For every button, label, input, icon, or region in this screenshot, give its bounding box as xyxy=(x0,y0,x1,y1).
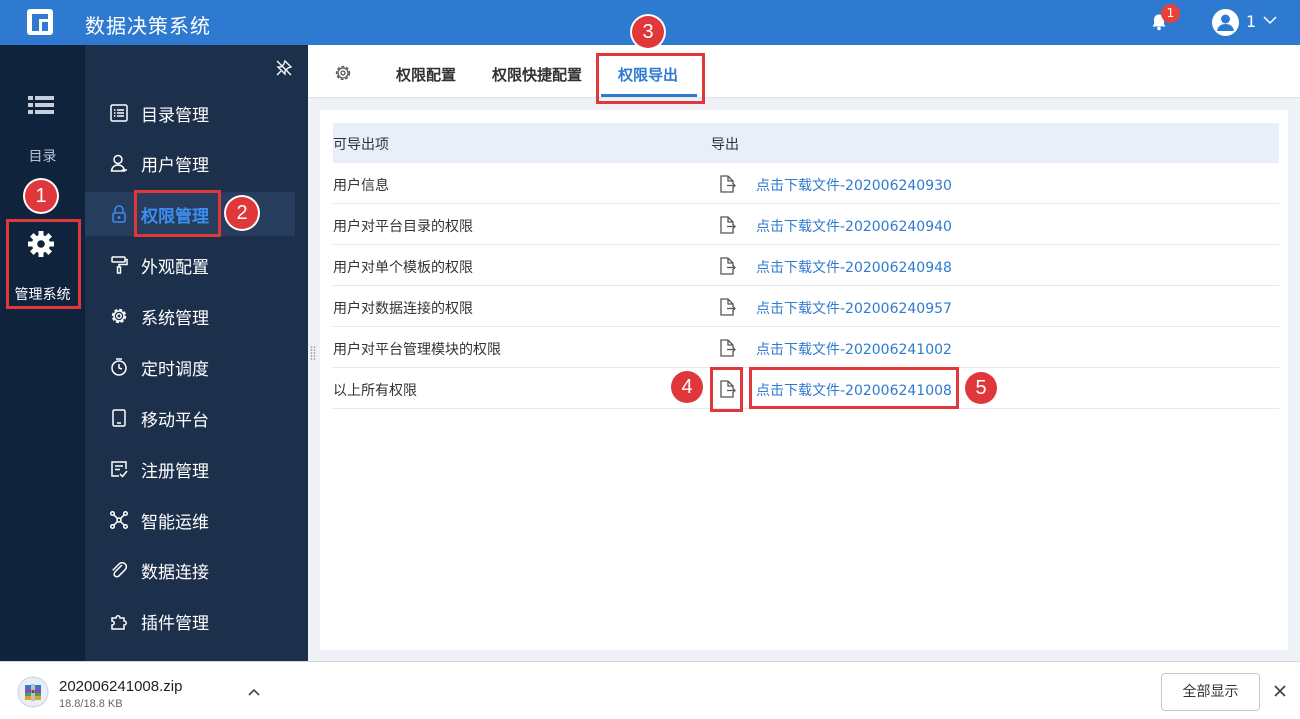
tab-permission-quick-config[interactable]: 权限快捷配置 xyxy=(492,64,582,85)
sidebar-item-label: 用户管理 xyxy=(141,156,209,176)
annotation-box-export-tab xyxy=(596,53,705,104)
table-row: 用户对平台目录的权限 点击下载文件-202006240940 xyxy=(333,204,1279,245)
sidebar-item-label: 移动平台 xyxy=(141,411,209,431)
row-name: 用户信息 xyxy=(333,178,389,194)
row-name: 用户对单个模板的权限 xyxy=(333,260,473,276)
annotation-box-admin xyxy=(6,219,81,309)
show-all-button[interactable]: 全部显示 xyxy=(1161,673,1260,711)
sidebar-item-label: 外观配置 xyxy=(141,258,209,278)
download-size: 18.8/18.8 KB xyxy=(59,698,123,710)
settings-gear-icon[interactable] xyxy=(334,64,352,82)
app-title: 数据决策系统 xyxy=(85,14,211,38)
column-header-exportable: 可导出项 xyxy=(333,137,389,153)
rail-catalog-label[interactable]: 目录 xyxy=(0,146,85,166)
annotation-badge-5: 5 xyxy=(965,372,997,404)
table-row: 用户对单个模板的权限 点击下载文件-202006240948 xyxy=(333,245,1279,286)
sidebar-item-label: 智能运维 xyxy=(141,513,209,533)
mobile-icon xyxy=(112,409,126,427)
annotation-box-download-link xyxy=(749,367,959,409)
row-name: 以上所有权限 xyxy=(333,383,417,399)
sidebar-item-label: 定时调度 xyxy=(141,360,209,380)
network-icon xyxy=(109,510,129,530)
left-rail: 目录 管理系统 xyxy=(0,45,85,661)
row-name: 用户对数据连接的权限 xyxy=(333,301,473,317)
tab-bar: 权限配置 权限快捷配置 权限导出 xyxy=(308,45,1300,98)
gear-icon xyxy=(111,308,127,324)
annotation-badge-3: 3 xyxy=(632,16,664,48)
sidebar-item-smart-ops[interactable]: 智能运维 xyxy=(85,498,295,542)
register-icon xyxy=(111,461,128,478)
download-link[interactable]: 点击下载文件-202006241002 xyxy=(756,339,952,359)
sidebar-item-user-management[interactable]: 用户管理 xyxy=(85,141,295,185)
user-icon xyxy=(110,154,127,172)
export-file-icon[interactable] xyxy=(718,256,736,276)
tab-permission-config[interactable]: 权限配置 xyxy=(396,64,456,85)
annotation-badge-2: 2 xyxy=(226,197,258,229)
table-row: 用户对平台管理模块的权限 点击下载文件-202006241002 xyxy=(333,327,1279,368)
list-icon[interactable] xyxy=(28,95,54,115)
unpin-icon[interactable] xyxy=(275,59,293,77)
annotation-box-permission xyxy=(134,190,221,237)
row-name: 用户对平台管理模块的权限 xyxy=(333,342,501,358)
user-name[interactable]: 1 xyxy=(1246,12,1256,31)
logo-icon xyxy=(27,9,53,35)
export-file-icon[interactable] xyxy=(718,215,736,235)
sidebar-item-system-management[interactable]: 系统管理 xyxy=(85,294,295,338)
sidebar: 目录管理 用户管理 权限管理 外观配置 系统管理 定时调度 移动平台 注册管理 … xyxy=(85,45,308,661)
sidebar-item-catalog-management[interactable]: 目录管理 xyxy=(85,91,295,135)
sidebar-item-plugin-management[interactable]: 插件管理 xyxy=(85,599,295,643)
table-header: 可导出项 导出 xyxy=(333,123,1279,163)
chevron-down-icon[interactable] xyxy=(1262,12,1278,28)
download-link[interactable]: 点击下载文件-202006240940 xyxy=(756,216,952,236)
paint-roller-icon xyxy=(111,256,128,274)
zip-archive-icon[interactable] xyxy=(17,676,49,708)
table-row: 用户对数据连接的权限 点击下载文件-202006240957 xyxy=(333,286,1279,327)
export-file-icon[interactable] xyxy=(718,297,736,317)
user-silhouette-icon xyxy=(1217,14,1234,31)
download-bar: 202006241008.zip 18.8/18.8 KB 全部显示 xyxy=(0,661,1300,719)
annotation-box-export-icon xyxy=(710,367,743,412)
export-file-icon[interactable] xyxy=(718,338,736,358)
lock-icon xyxy=(112,205,126,223)
sidebar-item-registration[interactable]: 注册管理 xyxy=(85,447,295,491)
sidebar-item-data-connection[interactable]: 数据连接 xyxy=(85,548,295,592)
download-filename[interactable]: 202006241008.zip xyxy=(59,678,182,695)
close-icon[interactable] xyxy=(1273,684,1287,698)
paperclip-icon xyxy=(112,561,128,578)
annotation-badge-1: 1 xyxy=(25,180,57,212)
notification-badge: 1 xyxy=(1161,4,1180,23)
sidebar-item-label: 注册管理 xyxy=(141,462,209,482)
puzzle-icon xyxy=(111,615,127,630)
download-link[interactable]: 点击下载文件-202006240948 xyxy=(756,257,952,277)
column-header-export: 导出 xyxy=(711,137,739,153)
sidebar-item-mobile-platform[interactable]: 移动平台 xyxy=(85,396,295,440)
sidebar-item-label: 系统管理 xyxy=(141,309,209,329)
timer-icon xyxy=(111,358,127,376)
download-link[interactable]: 点击下载文件-202006240957 xyxy=(756,298,952,318)
user-avatar[interactable] xyxy=(1212,9,1239,36)
splitter-handle-icon[interactable] xyxy=(310,345,316,361)
catalog-list-icon xyxy=(110,104,128,122)
sidebar-item-label: 插件管理 xyxy=(141,614,209,634)
export-file-icon[interactable] xyxy=(718,174,736,194)
row-name: 用户对平台目录的权限 xyxy=(333,219,473,235)
sidebar-item-label: 数据连接 xyxy=(141,563,209,583)
sidebar-item-appearance-config[interactable]: 外观配置 xyxy=(85,243,295,287)
chevron-up-icon[interactable] xyxy=(246,684,262,700)
download-link[interactable]: 点击下载文件-202006240930 xyxy=(756,175,952,195)
annotation-badge-4: 4 xyxy=(671,371,703,403)
sidebar-item-label: 目录管理 xyxy=(141,106,209,126)
sidebar-item-scheduling[interactable]: 定时调度 xyxy=(85,345,295,389)
table-row: 用户信息 点击下载文件-202006240930 xyxy=(333,163,1279,204)
